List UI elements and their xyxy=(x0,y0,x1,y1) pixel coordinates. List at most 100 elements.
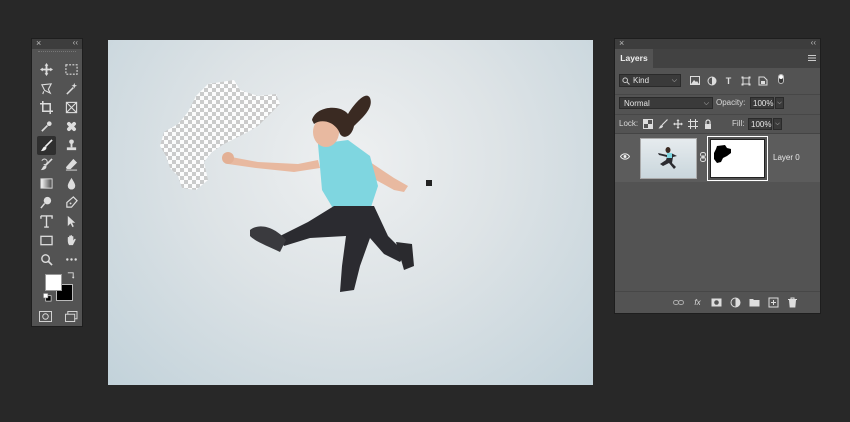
tab-layers[interactable]: Layers xyxy=(615,49,653,68)
eraser-tool[interactable] xyxy=(62,155,81,174)
gradient-icon xyxy=(40,178,53,189)
layer-thumbnail-image xyxy=(658,147,677,169)
foreground-color-swatch[interactable] xyxy=(45,274,62,291)
shape-filter-icon[interactable] xyxy=(740,75,751,86)
layer-mask-thumbnail[interactable] xyxy=(707,136,768,181)
close-icon[interactable]: × xyxy=(36,38,41,48)
fill-label: Fill: xyxy=(732,119,745,128)
trash-icon[interactable] xyxy=(787,297,798,308)
layers-panel-header: × ‹‹ xyxy=(615,38,820,49)
gradient-tool[interactable] xyxy=(37,174,56,193)
magic-wand-icon xyxy=(66,82,78,95)
arrow-icon xyxy=(67,215,76,228)
fill-dropdown-icon[interactable]: ⌵ xyxy=(773,118,782,130)
crop-tool[interactable] xyxy=(37,98,56,117)
new-group-folder-icon[interactable] xyxy=(749,297,760,308)
lasso-tool[interactable] xyxy=(37,79,56,98)
layer-style-fx-icon[interactable]: fx xyxy=(692,297,703,308)
filter-icons: T xyxy=(689,75,768,86)
layer-list: Layer 0 xyxy=(615,133,820,292)
layers-panel-footer: fx xyxy=(615,291,820,314)
lock-transparent-pixels-icon[interactable] xyxy=(643,119,653,129)
footer-icons: fx xyxy=(673,297,798,308)
tools-bottom-row xyxy=(39,311,78,322)
type-icon xyxy=(40,215,53,228)
blend-mode-value: Normal xyxy=(624,99,650,108)
filter-toggle-icon[interactable] xyxy=(778,74,784,84)
color-swatches xyxy=(42,271,76,303)
search-icon xyxy=(622,77,630,85)
lock-icons xyxy=(643,119,713,129)
lock-position-icon[interactable] xyxy=(673,119,683,129)
lock-artboard-icon[interactable] xyxy=(688,119,698,129)
chevron-down-icon: ⌵ xyxy=(671,77,677,84)
marquee-tool[interactable] xyxy=(62,60,81,79)
type-filter-icon[interactable]: T xyxy=(723,75,734,86)
image-filter-icon[interactable] xyxy=(689,75,700,86)
default-colors-icon[interactable] xyxy=(43,293,52,302)
marquee-icon xyxy=(65,64,78,75)
new-layer-icon[interactable] xyxy=(768,297,779,308)
collapse-icon[interactable]: ‹‹ xyxy=(73,38,78,47)
mask-preview xyxy=(710,139,765,178)
eye-icon[interactable] xyxy=(620,153,630,160)
blend-mode-select[interactable]: Normal ⌵ xyxy=(619,97,713,109)
hand-icon xyxy=(67,235,76,246)
panel-menu-icon[interactable] xyxy=(808,54,816,62)
brush-tool[interactable] xyxy=(37,136,56,155)
opacity-dropdown-icon[interactable]: ⌵ xyxy=(775,97,784,109)
magic-wand-tool[interactable] xyxy=(62,79,81,98)
opacity-label: Opacity: xyxy=(716,98,746,107)
clone-stamp-tool[interactable] xyxy=(62,136,81,155)
link-layers-icon[interactable] xyxy=(673,297,684,308)
brush-icon xyxy=(40,139,53,152)
hand-tool[interactable] xyxy=(62,231,81,250)
swap-colors-icon[interactable] xyxy=(66,271,75,280)
history-brush-icon xyxy=(40,158,53,171)
lasso-icon xyxy=(40,83,53,95)
path-selection-tool[interactable] xyxy=(62,212,81,231)
move-tool[interactable] xyxy=(37,60,56,79)
lock-fill-row: Lock: Fill: 100% ⌵ xyxy=(615,114,820,133)
adjustment-filter-icon[interactable] xyxy=(706,75,717,86)
blur-tool[interactable] xyxy=(62,174,81,193)
close-icon[interactable]: × xyxy=(619,38,624,48)
eyedropper-tool[interactable] xyxy=(37,117,56,136)
blend-opacity-row: Normal ⌵ Opacity: 100% ⌵ xyxy=(615,94,820,111)
layer-thumbnail[interactable] xyxy=(640,138,697,179)
screen-mode-icon[interactable] xyxy=(65,311,78,322)
dodge-icon xyxy=(40,196,52,209)
mask-black-area xyxy=(714,145,731,163)
type-tool[interactable] xyxy=(37,212,56,231)
layer-row[interactable]: Layer 0 xyxy=(615,134,820,182)
fill-input[interactable]: 100% xyxy=(748,118,772,130)
filter-kind-select[interactable]: Kind ⌵ xyxy=(619,74,681,87)
rectangle-tool[interactable] xyxy=(37,231,56,250)
rectangle-icon xyxy=(40,235,53,246)
layer-filter-row: Kind ⌵ T xyxy=(615,72,820,90)
smart-object-filter-icon[interactable] xyxy=(757,75,768,86)
zoom-tool[interactable] xyxy=(37,250,56,269)
lock-all-icon[interactable] xyxy=(703,119,713,129)
healing-brush-tool[interactable] xyxy=(62,117,81,136)
layer-name[interactable]: Layer 0 xyxy=(773,153,800,162)
pen-tool[interactable] xyxy=(62,193,81,212)
quick-mask-icon[interactable] xyxy=(39,311,52,322)
tools-panel-header: × ‹‹ xyxy=(32,38,82,49)
lock-label: Lock: xyxy=(619,119,639,128)
chain-link-icon[interactable] xyxy=(700,152,706,162)
frame-icon xyxy=(65,101,78,114)
frame-tool[interactable] xyxy=(62,98,81,117)
collapse-icon[interactable]: ‹‹ xyxy=(811,38,816,47)
move-icon xyxy=(40,63,53,76)
dodge-tool[interactable] xyxy=(37,193,56,212)
pen-icon xyxy=(66,196,78,208)
document-canvas[interactable] xyxy=(108,40,593,385)
add-mask-icon[interactable] xyxy=(711,297,722,308)
lock-image-pixels-icon[interactable] xyxy=(658,119,668,129)
tool-grid xyxy=(32,56,82,269)
history-brush-tool[interactable] xyxy=(37,155,56,174)
adjustment-layer-icon[interactable] xyxy=(730,297,741,308)
opacity-input[interactable]: 100% xyxy=(750,97,774,109)
more-tools[interactable] xyxy=(62,250,81,269)
